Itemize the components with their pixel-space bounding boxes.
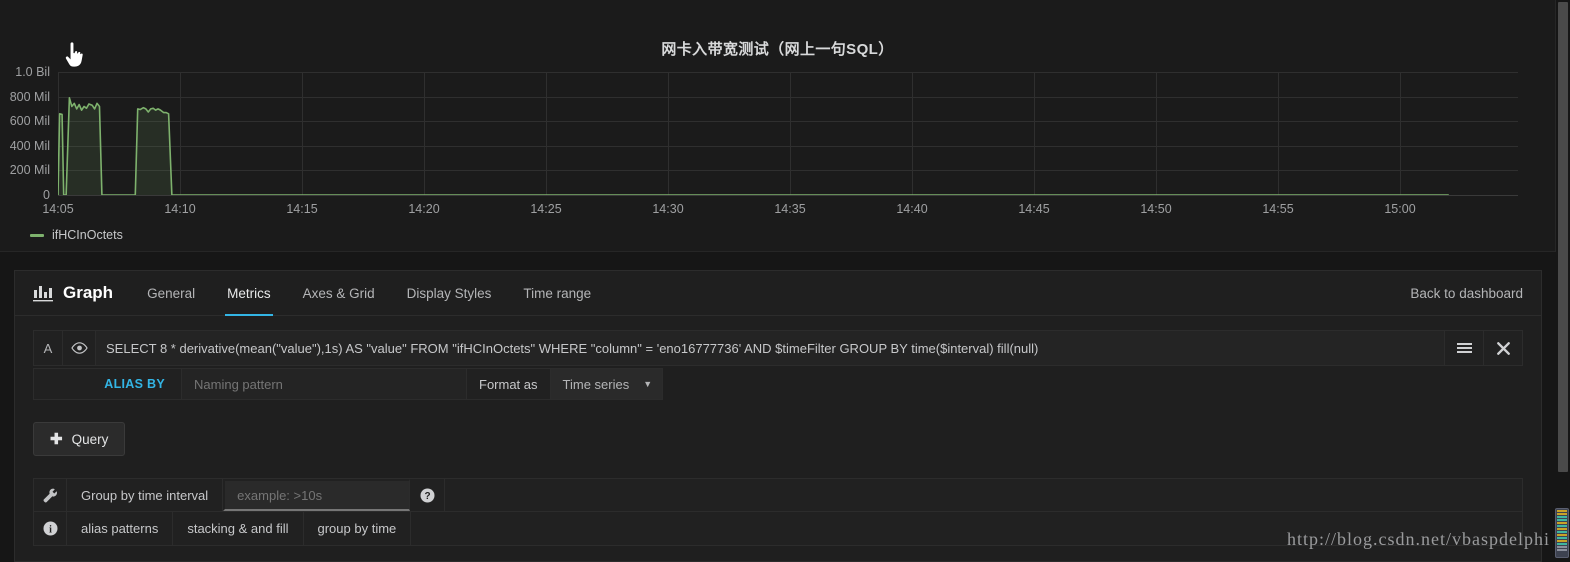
x-tick-label: 14:45 [1018,202,1050,216]
query-row-a: A SELECT 8 * derivative(mean("value"),1s… [33,330,1523,366]
hamburger-menu-icon[interactable] [1444,331,1483,365]
chevron-down-icon: ▼ [643,379,653,389]
svg-text:i: i [49,524,52,535]
page-scrollbar[interactable] [1555,0,1570,562]
query-ref-id[interactable]: A [34,331,63,365]
stacking-and-fill-link[interactable]: stacking & and fill [173,512,304,545]
y-tick-label: 600 Mil [9,114,50,129]
query-sql-text[interactable]: SELECT 8 * derivative(mean("value"),1s) … [96,331,1444,365]
bar-chart-icon [33,286,53,302]
plus-icon: ✚ [50,430,63,448]
eye-icon[interactable] [63,331,96,365]
panel-editor: Graph General Metrics Axes & Grid Displa… [14,270,1542,562]
x-axis-line [58,195,1518,196]
tab-time-range[interactable]: Time range [507,271,607,315]
y-tick-label: 400 Mil [9,138,50,153]
tab-label: Display Styles [406,285,492,301]
x-tick-label: 14:30 [652,202,684,216]
panel-type-label: Graph [63,283,114,302]
svg-text:?: ? [424,491,430,502]
legend-color-swatch [30,233,44,237]
x-tick-label: 14:10 [164,202,196,216]
question-circle-icon[interactable]: ? [410,479,446,511]
alias-by-row: ALIAS BY Format as Time series ▼ [33,368,665,400]
editor-tab-bar: Graph General Metrics Axes & Grid Displa… [15,271,1541,316]
grafana-panel-editor-page: 网卡入带宽测试（网上一句SQL） 1.0 Bil 800 Mil 600 Mil… [0,0,1570,562]
tab-metrics[interactable]: Metrics [211,271,287,316]
add-query-label: Query [71,431,109,447]
info-circle-icon[interactable]: i [34,512,67,545]
y-tick-label: 800 Mil [9,89,50,104]
tab-label: Metrics [227,285,271,301]
plot-area[interactable] [58,72,1518,195]
x-axis-labels: 14:05 14:10 14:15 14:20 14:25 14:30 14:3… [42,202,1518,218]
alias-by-label: ALIAS BY [33,368,181,400]
back-to-dashboard-link[interactable]: Back to dashboard [1410,271,1523,315]
x-tick-label: 14:15 [286,202,318,216]
x-tick-label: 15:00 [1384,202,1416,216]
tab-label: Time range [523,285,592,301]
panel-title: 网卡入带宽测试（网上一句SQL） [661,41,894,58]
x-tick-label: 14:40 [896,202,928,216]
tab-display-styles[interactable]: Display Styles [391,271,508,315]
x-tick-label: 14:20 [408,202,440,216]
add-query-button[interactable]: ✚ Query [33,422,126,456]
x-tick-label: 14:55 [1262,202,1294,216]
alias-patterns-link[interactable]: alias patterns [67,512,174,545]
panel-type-header: Graph [25,271,131,315]
group-by-time-interval-label: Group by time interval [67,479,224,511]
format-as-value: Time series [562,376,630,392]
graph-panel: 网卡入带宽测试（网上一句SQL） 1.0 Bil 800 Mil 600 Mil… [0,0,1556,252]
tab-axes-and-grid[interactable]: Axes & Grid [287,271,391,315]
scrollbar-thumb[interactable] [1558,2,1568,472]
wrench-icon [34,479,67,511]
y-tick-label: 0 [43,188,50,202]
tab-general[interactable]: General [131,271,211,315]
x-tick-label: 14:05 [42,202,74,216]
group-by-time-interval-input[interactable] [223,479,411,511]
chart-legend[interactable]: ifHCInOctets [30,228,123,242]
format-as-select[interactable]: Time series ▼ [550,368,664,400]
series-ifHCInOctets [58,72,1518,195]
alias-by-input[interactable] [181,368,467,400]
y-tick-label: 200 Mil [9,163,50,178]
legend-series-label[interactable]: ifHCInOctets [52,228,123,242]
x-tick-label: 14:35 [774,202,806,216]
y-tick-label: 1.0 Bil [15,65,50,79]
back-to-dashboard-label: Back to dashboard [1410,285,1523,301]
close-icon[interactable] [1483,331,1522,365]
x-tick-label: 14:50 [1140,202,1172,216]
tab-label: Axes & Grid [302,285,375,301]
group-by-time-interval-row: Group by time interval ? [33,478,1523,512]
group-by-time-link[interactable]: group by time [304,512,412,545]
group-by-row-spacer [445,479,1522,511]
y-axis-labels: 1.0 Bil 800 Mil 600 Mil 400 Mil 200 Mil … [0,65,50,202]
metrics-tab-body: A SELECT 8 * derivative(mean("value"),1s… [15,316,1541,560]
system-tray-widget[interactable] [1555,508,1569,558]
format-as-label: Format as [467,368,551,400]
tab-label: General [147,285,196,301]
x-tick-label: 14:25 [530,202,562,216]
watermark-text: http://blog.csdn.net/vbaspdelphi [1287,529,1550,549]
